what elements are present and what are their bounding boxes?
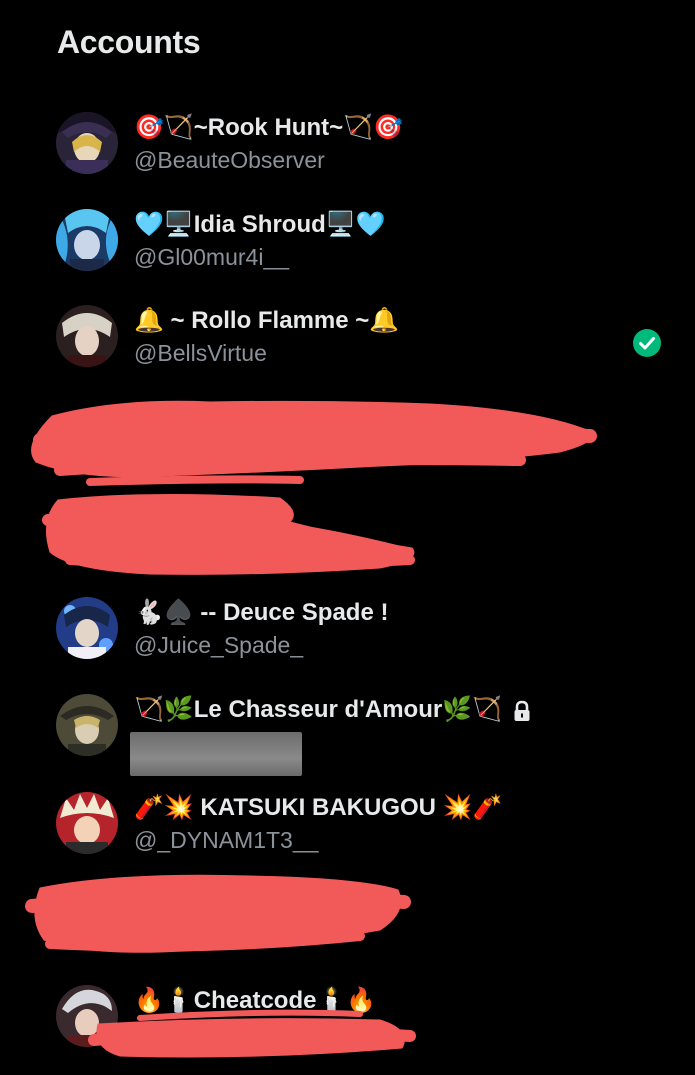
redaction-scribbles: [25, 400, 597, 1058]
